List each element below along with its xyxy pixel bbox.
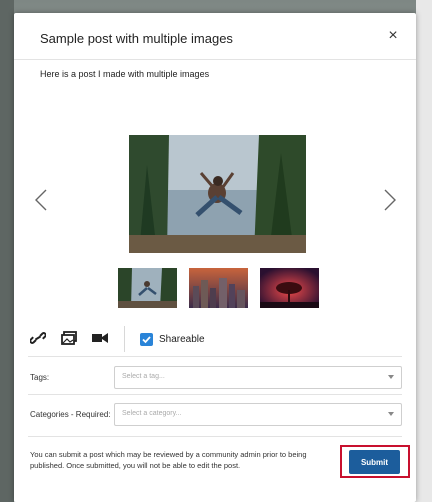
categories-label: Categories - Required: [30,410,111,419]
tags-select[interactable]: Select a tag... [114,366,402,389]
image-gallery-icon[interactable] [61,331,77,345]
shareable-label: Shareable [159,334,205,345]
divider [28,394,402,395]
chevron-down-icon [388,412,394,416]
thumbnail-3[interactable] [260,268,319,308]
divider [28,356,402,357]
divider [28,436,402,437]
modal-title: Sample post with multiple images [40,31,233,46]
thumbnail-strip [118,268,319,308]
chevron-left-icon [35,189,47,211]
modal-header: Sample post with multiple images × [14,13,416,60]
tags-placeholder: Select a tag... [122,373,165,380]
categories-row: Categories - Required: Select a category… [14,403,416,429]
post-toolbar: Shareable [14,318,416,358]
toolbar-divider [124,326,125,352]
carousel-main-image [129,135,306,253]
chevron-right-icon [384,189,396,211]
carousel-next-button[interactable] [379,185,401,215]
submission-notice: You can submit a post which may be revie… [30,450,307,470]
chevron-down-icon [388,375,394,379]
carousel-prev-button[interactable] [30,185,52,215]
background-left-edge [0,0,14,502]
thumbnail-2[interactable] [189,268,248,308]
close-button[interactable]: × [384,27,402,45]
background-right-edge [416,0,432,502]
post-body-text: Here is a post I made with multiple imag… [40,69,210,79]
link-icon[interactable] [29,331,47,345]
thumbnail-1[interactable] [118,268,177,308]
shareable-checkbox[interactable] [140,333,153,346]
video-camera-icon[interactable] [92,331,108,345]
create-post-modal: Sample post with multiple images × Here … [14,13,416,502]
tags-label: Tags: [30,373,50,382]
submit-button[interactable]: Submit [349,450,400,474]
categories-placeholder: Select a category... [122,410,182,417]
tags-row: Tags: Select a tag... [14,366,416,392]
categories-select[interactable]: Select a category... [114,403,402,426]
